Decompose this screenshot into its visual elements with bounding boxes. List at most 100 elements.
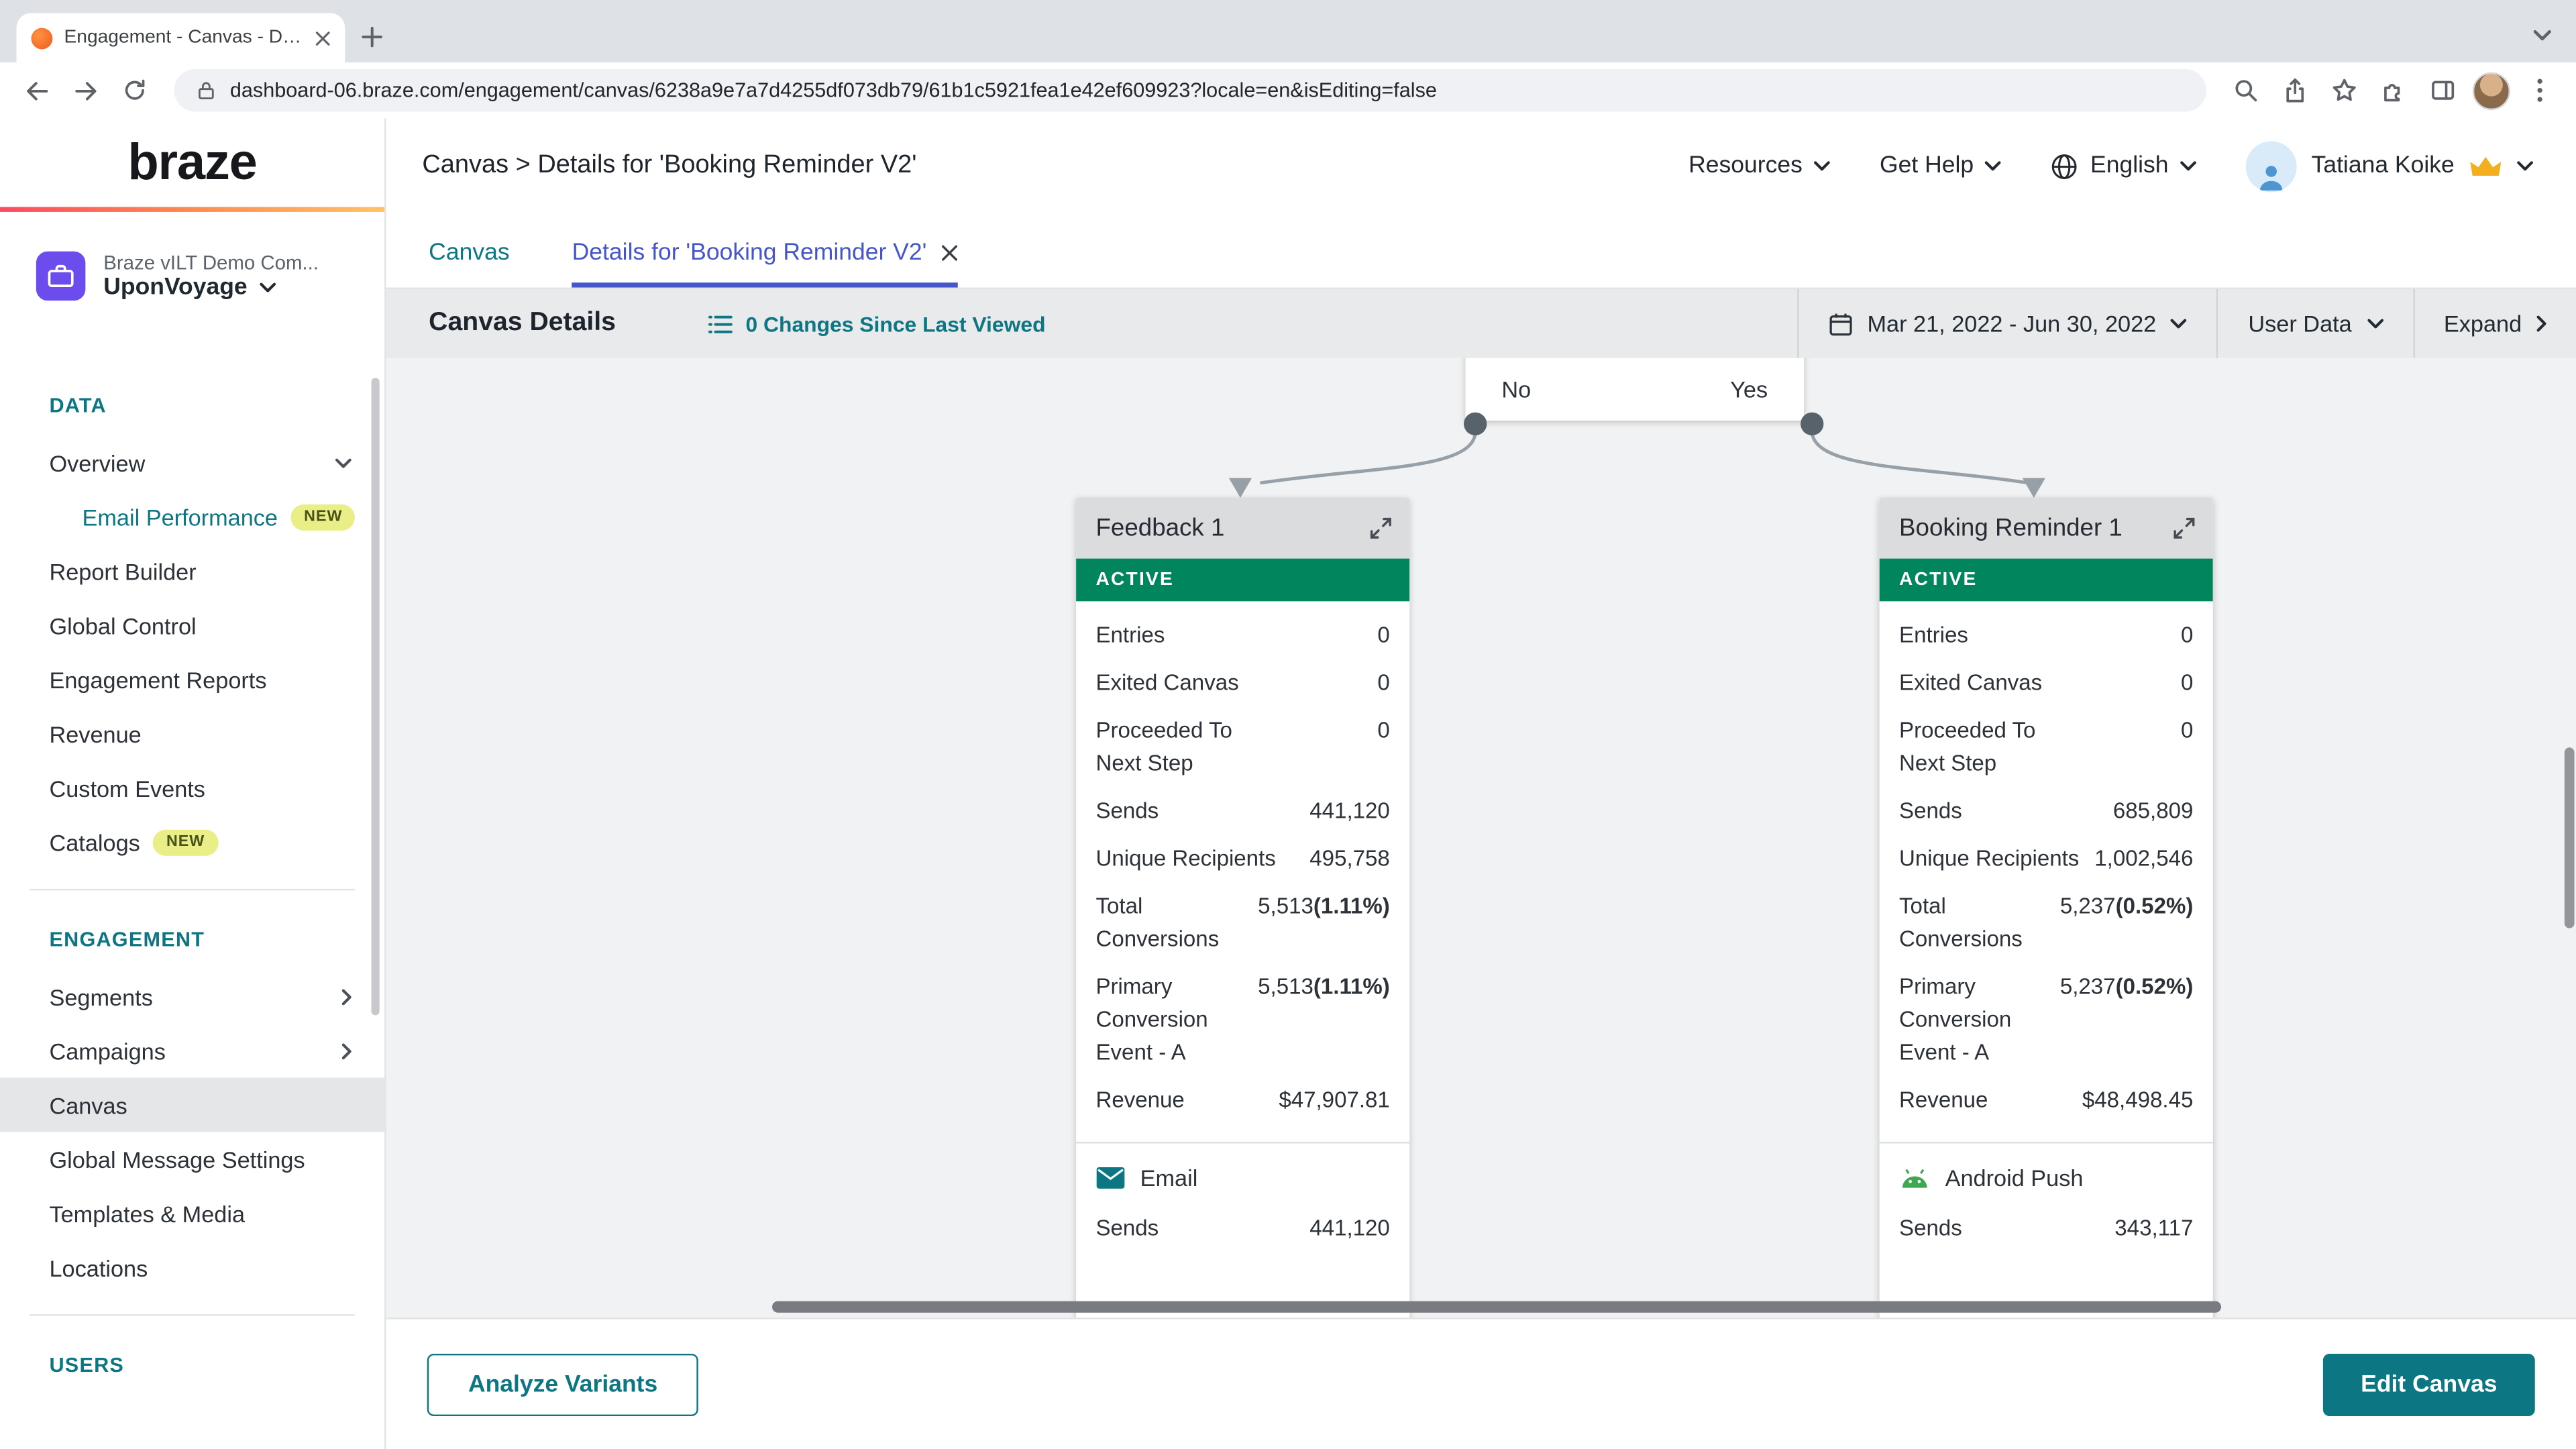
tab-list-chevron-icon[interactable] <box>2533 30 2551 41</box>
stat-row: Primary Conversion Event - A 5,237(0.52%) <box>1880 963 2213 1076</box>
workspace-name: UponVoyage <box>103 274 248 301</box>
sidebar-item-global-control[interactable]: Global Control <box>0 598 384 652</box>
new-badge: NEW <box>153 828 218 855</box>
share-icon[interactable] <box>2275 70 2315 110</box>
sidebar-item-label: Global Message Settings <box>49 1146 305 1173</box>
sidebar: braze Braze vILT Demo Com... UponVoyage … <box>0 118 386 1449</box>
sidebar-item-custom-events[interactable]: Custom Events <box>0 761 384 815</box>
analyze-variants-button[interactable]: Analyze Variants <box>427 1352 699 1415</box>
company-name: Braze vILT Demo Com... <box>103 251 319 274</box>
edit-canvas-button[interactable]: Edit Canvas <box>2322 1352 2535 1415</box>
braze-logo[interactable]: braze <box>0 118 384 207</box>
channel-label: Android Push <box>1945 1165 2084 1191</box>
canvas-details-bar: Canvas Details 0 Changes Since Last View… <box>386 289 2576 358</box>
stat-row: Total Conversions 5,513(1.11%) <box>1076 882 1409 963</box>
bookmark-star-icon[interactable] <box>2324 70 2364 110</box>
sidebar-scrollbar-thumb[interactable] <box>371 378 380 1016</box>
chevron-right-icon <box>341 1042 352 1059</box>
stat-label: Primary Conversion Event - A <box>1899 973 2012 1064</box>
address-bar[interactable]: dashboard-06.braze.com/engagement/canvas… <box>174 68 2206 112</box>
canvas-step-card-feedback-1[interactable]: Feedback 1 ACTIVE Entries 0 Exited Canvas 0… <box>1076 498 1410 1318</box>
browser-tab[interactable]: Engagement - Canvas - Details <box>16 13 345 63</box>
tab-details[interactable]: Details for 'Booking Reminder V2' <box>572 240 958 288</box>
sidebar-item-global-message-settings[interactable]: Global Message Settings <box>0 1132 384 1186</box>
extensions-puzzle-icon[interactable] <box>2374 70 2414 110</box>
sidebar-item-label: Segments <box>49 983 153 1010</box>
chevron-right-icon <box>2536 315 2546 332</box>
horizontal-scrollbar-track[interactable] <box>386 1299 2576 1314</box>
globe-icon <box>2052 153 2078 178</box>
side-panel-icon[interactable] <box>2423 70 2463 110</box>
breadcrumb: Canvas > Details for 'Booking Reminder V… <box>422 151 917 179</box>
date-range-picker[interactable]: Mar 21, 2022 - Jun 30, 2022 <box>1796 289 2217 358</box>
card-header: Booking Reminder 1 <box>1879 498 2213 559</box>
stat-row: Proceeded To Next Step 0 <box>1076 706 1409 787</box>
divider <box>30 888 355 891</box>
canvas-step-card-booking-reminder-1[interactable]: Booking Reminder 1 ACTIVE Entries 0 Exited… <box>1879 498 2213 1318</box>
decision-split-node[interactable]: No Yes <box>1465 358 1804 421</box>
workspace-switcher[interactable]: Braze vILT Demo Com... UponVoyage <box>0 212 384 301</box>
channel-header: Email <box>1076 1153 1409 1194</box>
menu-kebab-icon[interactable] <box>2520 70 2560 110</box>
sidebar-item-canvas[interactable]: Canvas <box>0 1077 385 1132</box>
site-favicon-icon <box>31 27 53 49</box>
tab-details-close-icon[interactable] <box>941 245 958 261</box>
changes-since-link[interactable]: 0 Changes Since Last Viewed <box>708 311 1046 336</box>
sidebar-item-campaigns[interactable]: Campaigns <box>0 1024 384 1078</box>
sidebar-item-label: Custom Events <box>49 774 205 801</box>
browser-profile-avatar[interactable] <box>2472 71 2511 109</box>
flow-connectors <box>1228 412 2045 498</box>
tab-close-icon[interactable] <box>315 30 330 45</box>
forward-button[interactable] <box>66 70 105 110</box>
sidebar-item-label: Overview <box>49 449 146 476</box>
language-menu[interactable]: English <box>2051 152 2196 180</box>
sidebar-item-label: Templates & Media <box>49 1199 246 1227</box>
sidebar-item-label: Revenue <box>49 720 142 747</box>
stat-row: Entries 0 <box>1880 611 2213 659</box>
divider <box>30 1314 355 1316</box>
sidebar-item-overview[interactable]: Overview <box>0 435 384 490</box>
stat-value: 441,120 <box>1309 797 1390 822</box>
sidebar-item-report-builder[interactable]: Report Builder <box>0 544 384 598</box>
get-help-menu[interactable]: Get Help <box>1880 153 2002 179</box>
channel-label: Email <box>1140 1165 1198 1191</box>
stat-value: 0 <box>2180 621 2194 647</box>
zoom-icon[interactable] <box>2226 70 2265 110</box>
vertical-scrollbar-thumb[interactable] <box>2564 747 2575 928</box>
stat-value: 1,002,546 <box>2094 845 2194 870</box>
horizontal-scrollbar-thumb[interactable] <box>772 1301 2222 1313</box>
sidebar-item-engagement-reports[interactable]: Engagement Reports <box>0 652 384 706</box>
stat-row: Unique Recipients 1,002,546 <box>1880 835 2213 882</box>
stat-row: Sends 685,809 <box>1880 787 2213 835</box>
nav-chevron <box>341 1042 352 1059</box>
language-label: English <box>2090 152 2169 179</box>
expand-card-icon[interactable] <box>1368 516 1393 541</box>
company-briefcase-icon <box>36 251 86 301</box>
user-data-dropdown[interactable]: User Data <box>2216 289 2413 358</box>
sidebar-item-segments[interactable]: Segments <box>0 969 384 1024</box>
back-button[interactable] <box>16 70 56 110</box>
sidebar-item-locations[interactable]: Locations <box>0 1240 384 1295</box>
resources-menu[interactable]: Resources <box>1688 153 1831 179</box>
expand-card-icon[interactable] <box>2172 516 2197 541</box>
sidebar-item-revenue[interactable]: Revenue <box>0 706 384 761</box>
canvas-flow[interactable]: No Yes Feedback 1 ACTIVE Entries 0 Exite… <box>386 358 2576 1318</box>
stat-value: 0 <box>2180 669 2194 694</box>
expand-button[interactable]: Expand <box>2412 289 2576 358</box>
reload-button[interactable] <box>115 70 154 110</box>
stat-row: Unique Recipients 495,758 <box>1076 835 1409 882</box>
stat-value: 0 <box>1377 621 1390 647</box>
stat-value: 685,809 <box>2112 797 2194 822</box>
new-tab-button[interactable] <box>362 26 383 48</box>
stat-label: Entries <box>1899 621 1968 647</box>
stat-value: 5,237(0.52%) <box>2059 973 2194 998</box>
stat-row: Exited Canvas 0 <box>1880 659 2213 706</box>
sidebar-item-templates-media[interactable]: Templates & Media <box>0 1186 384 1240</box>
user-menu[interactable]: Tatiana Koike <box>2245 140 2534 192</box>
sidebar-item-email-performance[interactable]: Email Performance NEW <box>0 490 384 544</box>
sidebar-item-label: Report Builder <box>49 557 197 584</box>
channel-header: Android Push <box>1880 1153 2213 1194</box>
nav-chevron <box>341 988 352 1005</box>
tab-canvas[interactable]: Canvas <box>429 240 509 288</box>
sidebar-item-catalogs[interactable]: Catalogs NEW <box>0 815 384 869</box>
